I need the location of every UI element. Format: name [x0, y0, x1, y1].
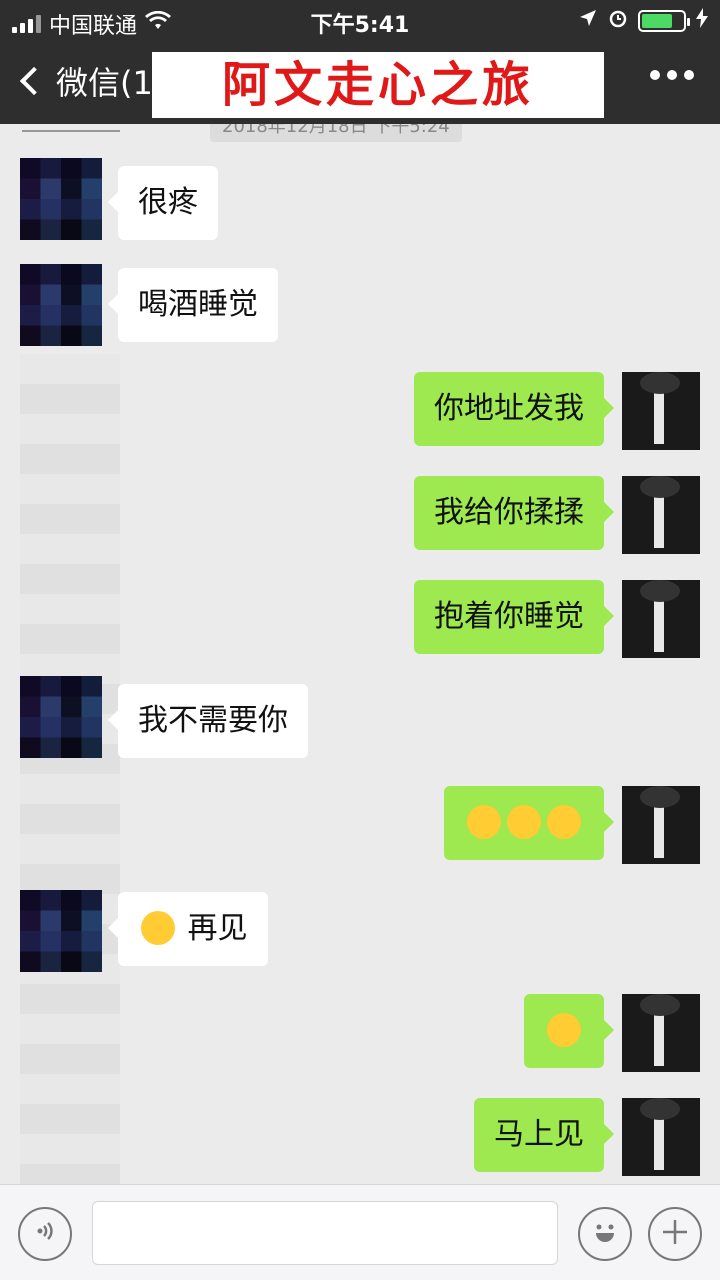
voice-button[interactable]	[18, 1207, 72, 1261]
battery-level	[642, 14, 672, 28]
voice-icon	[32, 1218, 58, 1251]
emoji-button[interactable]	[578, 1207, 632, 1261]
message-bubble-outgoing[interactable]	[524, 994, 614, 1068]
message-text: 再见	[187, 911, 248, 946]
message-bubble-outgoing[interactable]: 抱着你睡觉	[414, 580, 614, 654]
contact-avatar[interactable]	[20, 676, 102, 758]
user-avatar[interactable]	[622, 786, 700, 864]
status-right	[578, 8, 708, 34]
plus-button[interactable]	[648, 1207, 702, 1261]
emoji-icon	[588, 1214, 622, 1255]
plus-icon	[660, 1214, 690, 1254]
message-bubble-incoming[interactable]: 很疼	[108, 166, 218, 240]
smirk-hand-emoji-icon	[547, 804, 581, 839]
message-bubble-outgoing[interactable]: 你地址发我	[414, 372, 614, 446]
message-bubble-incoming[interactable]: 喝酒睡觉	[108, 268, 278, 342]
user-avatar[interactable]	[622, 476, 700, 554]
smirk-hand-emoji-icon	[467, 804, 501, 839]
more-dot-icon	[650, 70, 660, 80]
message-bubble-incoming[interactable]: 再见	[108, 892, 268, 966]
status-bar: 中国联通 下午5:41	[0, 0, 720, 40]
user-avatar[interactable]	[622, 580, 700, 658]
user-avatar[interactable]	[622, 1098, 700, 1176]
alarm-clock-icon	[608, 8, 628, 34]
pixelated-region	[20, 354, 120, 1184]
back-button[interactable]: 微信(13	[16, 58, 173, 104]
user-avatar[interactable]	[622, 994, 700, 1072]
contact-avatar[interactable]	[20, 264, 102, 346]
smirk-hand-emoji-icon	[507, 804, 541, 839]
charging-bolt-icon	[696, 8, 708, 34]
more-button[interactable]	[650, 70, 694, 80]
more-dot-icon	[667, 70, 677, 80]
message-bubble-outgoing[interactable]: 我给你揉揉	[414, 476, 614, 550]
contact-avatar[interactable]	[20, 158, 102, 240]
flushed-emoji-icon	[141, 910, 175, 945]
timestamp-chip: 2018年12月18日 下午5:24	[210, 124, 462, 142]
more-dot-icon	[684, 70, 694, 80]
title-banner: 阿文走心之旅	[152, 52, 604, 118]
contact-avatar[interactable]	[20, 890, 102, 972]
wink-tongue-emoji-icon	[547, 1012, 581, 1047]
divider	[22, 130, 120, 132]
message-bubble-outgoing[interactable]: 马上见	[474, 1098, 614, 1172]
chat-area[interactable]: 2018年12月18日 下午5:24 很疼 喝酒睡觉 你地址发我 我给你揉揉 抱…	[0, 124, 720, 1184]
location-arrow-icon	[578, 8, 598, 34]
input-bar	[0, 1184, 720, 1280]
message-bubble-incoming[interactable]: 我不需要你	[108, 684, 308, 758]
nav-bar: 微信(13 阿文走心之旅	[0, 40, 720, 124]
battery-icon	[638, 10, 690, 32]
message-input[interactable]	[92, 1201, 558, 1265]
user-avatar[interactable]	[622, 372, 700, 450]
chevron-left-icon	[19, 66, 49, 96]
message-bubble-outgoing[interactable]	[444, 786, 614, 860]
